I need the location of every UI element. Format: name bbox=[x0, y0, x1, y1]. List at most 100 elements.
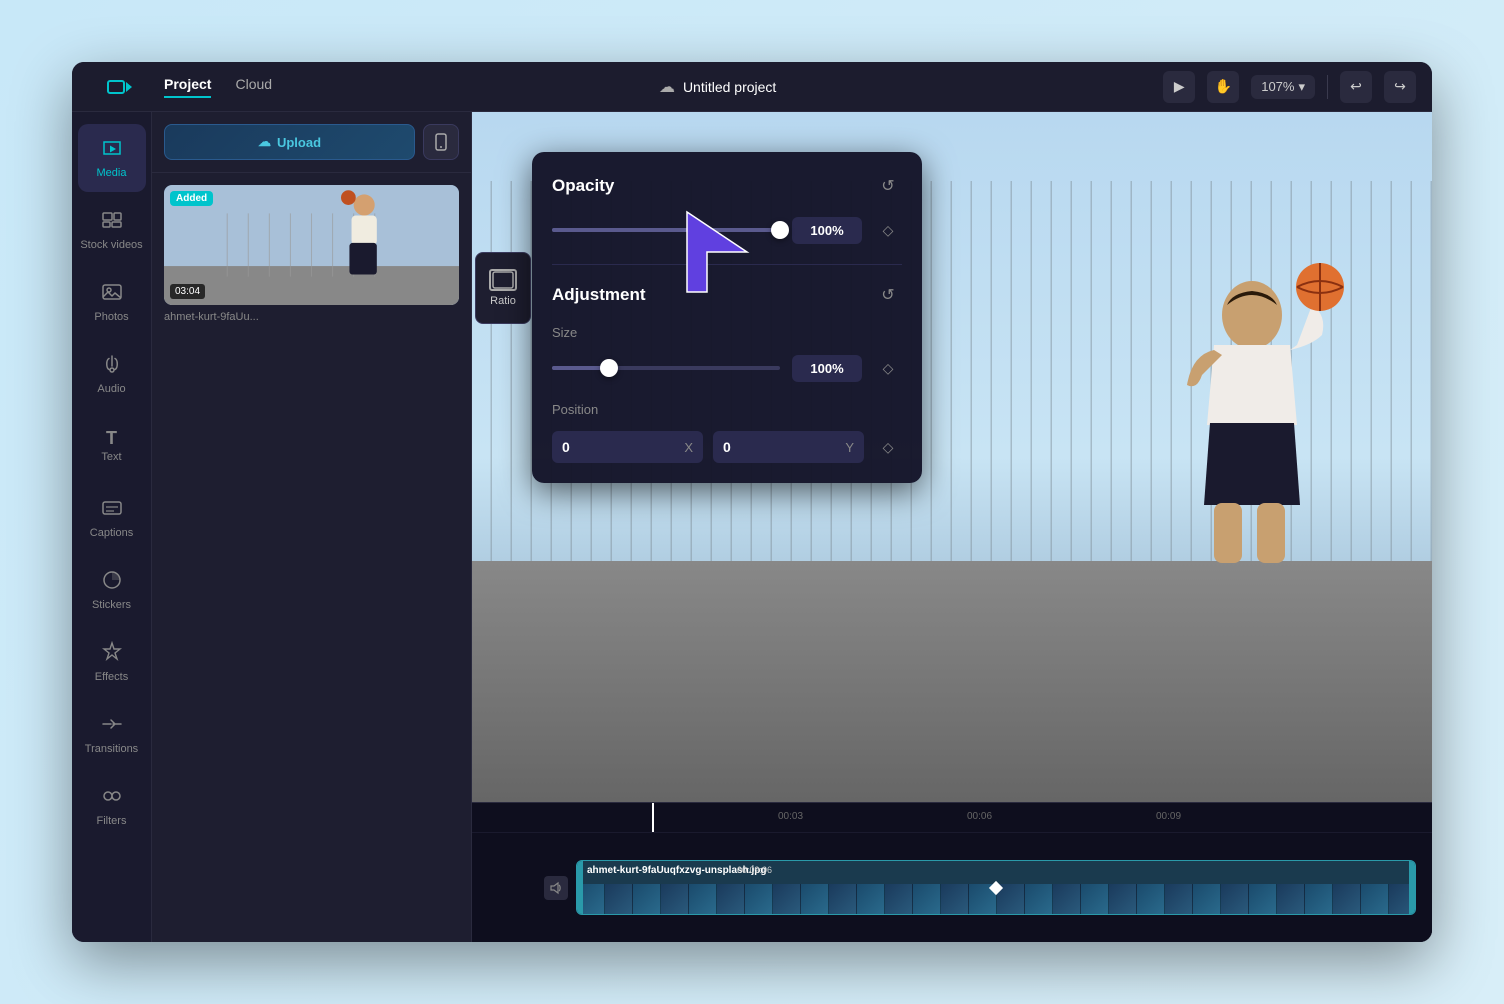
sidebar-label-filters: Filters bbox=[97, 815, 127, 827]
film-frame bbox=[605, 884, 633, 914]
cloud-icon: ☁ bbox=[659, 77, 675, 97]
film-frame bbox=[1277, 884, 1305, 914]
left-sidebar: Media Stock videos bbox=[72, 112, 152, 942]
stickers-icon bbox=[101, 569, 123, 595]
film-frame bbox=[689, 884, 717, 914]
sidebar-item-stock-videos[interactable]: Stock videos bbox=[78, 196, 146, 264]
film-frame bbox=[1361, 884, 1389, 914]
sidebar-item-filters[interactable]: Filters bbox=[78, 772, 146, 840]
film-frame bbox=[745, 884, 773, 914]
position-y-value: 0 bbox=[723, 439, 731, 455]
film-frame bbox=[829, 884, 857, 914]
film-frame bbox=[1025, 884, 1053, 914]
adjustment-title: Adjustment bbox=[552, 285, 646, 305]
film-frame bbox=[1053, 884, 1081, 914]
film-frame bbox=[717, 884, 745, 914]
logo-area bbox=[88, 71, 148, 103]
sidebar-item-stickers[interactable]: Stickers bbox=[78, 556, 146, 624]
tab-project[interactable]: Project bbox=[164, 76, 211, 98]
zoom-value: 107% bbox=[1261, 79, 1294, 94]
transitions-icon bbox=[101, 713, 123, 739]
position-keyframe-btn[interactable]: ◇ bbox=[874, 433, 902, 461]
playhead[interactable] bbox=[652, 803, 654, 832]
opacity-value[interactable]: 100% bbox=[792, 217, 862, 244]
divider-h bbox=[552, 264, 902, 265]
project-title: Untitled project bbox=[683, 79, 776, 95]
play-btn[interactable]: ▶ bbox=[1163, 71, 1195, 103]
ruler-mark-2: 00:09 bbox=[1156, 811, 1181, 822]
panel-area: ☁ Upload Ratio bbox=[152, 112, 472, 942]
film-frame bbox=[1249, 884, 1277, 914]
ratio-btn[interactable]: Ratio bbox=[475, 252, 531, 324]
film-frame bbox=[913, 884, 941, 914]
sidebar-item-effects[interactable]: Effects bbox=[78, 628, 146, 696]
position-row: 0 X 0 Y ◇ bbox=[552, 431, 902, 463]
media-icon bbox=[101, 137, 123, 163]
position-label: Position bbox=[552, 402, 902, 417]
header-right: ▶ ✋ 107% ▾ ↩ ↪ bbox=[1163, 71, 1416, 103]
timeline: 00:03 00:06 00:09 bbox=[472, 802, 1432, 942]
position-y-axis: Y bbox=[845, 440, 854, 455]
film-frame bbox=[1305, 884, 1333, 914]
size-value[interactable]: 100% bbox=[792, 355, 862, 382]
position-y-input[interactable]: 0 Y bbox=[713, 431, 864, 463]
film-frame bbox=[1193, 884, 1221, 914]
position-x-input[interactable]: 0 X bbox=[552, 431, 703, 463]
mobile-btn[interactable] bbox=[423, 124, 459, 160]
film-frame bbox=[1109, 884, 1137, 914]
redo-btn[interactable]: ↪ bbox=[1384, 71, 1416, 103]
size-label: Size bbox=[552, 325, 902, 340]
ruler-mark-0: 00:03 bbox=[778, 811, 803, 822]
upload-btn[interactable]: ☁ Upload bbox=[164, 124, 415, 160]
volume-btn[interactable] bbox=[544, 876, 568, 900]
track-content[interactable]: ahmet-kurt-9faUuqfxzvg-unsplash.jpg 00:0… bbox=[576, 860, 1416, 915]
sidebar-item-media[interactable]: Media bbox=[78, 124, 146, 192]
media-item[interactable]: Added 03:04 bbox=[164, 185, 459, 305]
sidebar-item-photos[interactable]: Photos bbox=[78, 268, 146, 336]
size-keyframe-btn[interactable]: ◇ bbox=[874, 354, 902, 382]
opacity-reset-btn[interactable]: ↺ bbox=[874, 172, 902, 200]
size-thumb[interactable] bbox=[600, 359, 618, 377]
audio-icon bbox=[101, 353, 123, 379]
opacity-thumb[interactable] bbox=[771, 221, 789, 239]
position-x-value: 0 bbox=[562, 439, 570, 455]
hand-btn[interactable]: ✋ bbox=[1207, 71, 1239, 103]
adjustment-section-header: Adjustment ↺ bbox=[552, 281, 902, 309]
court-floor bbox=[472, 561, 1432, 803]
tab-cloud[interactable]: Cloud bbox=[235, 76, 272, 98]
track-duration: 00:09:06 bbox=[737, 865, 772, 875]
media-duration: 03:04 bbox=[170, 284, 205, 299]
opacity-keyframe-btn[interactable]: ◇ bbox=[874, 216, 902, 244]
filters-icon bbox=[101, 785, 123, 811]
sidebar-label-stock: Stock videos bbox=[80, 239, 142, 251]
film-frame bbox=[885, 884, 913, 914]
ratio-label: Ratio bbox=[490, 295, 516, 307]
sidebar-label-captions: Captions bbox=[90, 527, 133, 539]
sidebar-label-effects: Effects bbox=[95, 671, 128, 683]
sidebar-label-photos: Photos bbox=[94, 311, 128, 323]
zoom-control[interactable]: 107% ▾ bbox=[1251, 75, 1315, 99]
sidebar-label-transitions: Transitions bbox=[85, 743, 138, 755]
sidebar-item-captions[interactable]: Captions bbox=[78, 484, 146, 552]
adjustment-reset-btn[interactable]: ↺ bbox=[874, 281, 902, 309]
film-frame bbox=[801, 884, 829, 914]
opacity-fill bbox=[552, 228, 780, 232]
effects-icon bbox=[101, 641, 123, 667]
track-start-handle[interactable] bbox=[577, 861, 583, 914]
sidebar-item-transitions[interactable]: Transitions bbox=[78, 700, 146, 768]
size-slider-row: 100% ◇ bbox=[552, 354, 902, 382]
sidebar-label-audio: Audio bbox=[97, 383, 125, 395]
track-controls bbox=[488, 876, 568, 900]
sidebar-item-audio[interactable]: Audio bbox=[78, 340, 146, 408]
timeline-ruler: 00:03 00:06 00:09 bbox=[472, 803, 1432, 833]
track-end-handle[interactable] bbox=[1409, 861, 1415, 914]
preview-area: Opacity ↺ 100% ◇ bbox=[472, 112, 1432, 942]
undo-btn[interactable]: ↩ bbox=[1340, 71, 1372, 103]
opacity-slider[interactable] bbox=[552, 228, 780, 232]
film-frame bbox=[1221, 884, 1249, 914]
app-window: Project Cloud ☁ Untitled project ▶ ✋ 107… bbox=[72, 62, 1432, 942]
sidebar-item-text[interactable]: T Text bbox=[78, 412, 146, 480]
logo-icon bbox=[102, 71, 134, 103]
size-slider[interactable] bbox=[552, 366, 780, 370]
media-grid: Added 03:04 ahmet-kurt-9faUu... bbox=[152, 173, 471, 942]
